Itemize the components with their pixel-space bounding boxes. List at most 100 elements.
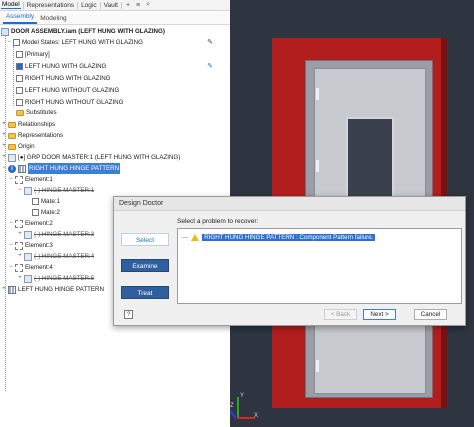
tree-root-assembly[interactable]: DOOR ASSEMBLY.iam (LEFT HUNG WITH GLAZIN… (1, 26, 165, 37)
pattern-icon (18, 164, 26, 173)
tree-state-left-hung-no-glazing[interactable]: LEFT HUNG WITHOUT GLAZING (16, 85, 119, 96)
tree-guide-line (5, 36, 6, 391)
tree-element-1[interactable]: − Element:1 (8, 174, 53, 185)
expand-icon[interactable]: + (17, 229, 23, 240)
tree-hinge-master-1[interactable]: − (-) HINGE MASTER:1 (17, 185, 94, 196)
z-axis-label: Z (230, 403, 234, 409)
divider (99, 1, 101, 9)
dialog-title: Design Doctor (114, 197, 465, 211)
cancel-button[interactable]: Cancel (414, 309, 447, 320)
folder-icon (16, 109, 24, 116)
tree-hinge-master-5[interactable]: + (-) HINGE MASTER:5 (17, 273, 94, 284)
z-axis-icon (230, 410, 237, 419)
divider (22, 1, 24, 9)
browser-sub-tabs: Assembly Modeling (0, 12, 230, 25)
hinge-model (316, 88, 319, 100)
tree-left-hinge-pattern[interactable]: + LEFT HUNG HINGE PATTERN (1, 284, 104, 295)
tree-connector: — (182, 234, 189, 241)
collapse-icon[interactable]: − (8, 262, 14, 273)
add-icon[interactable]: + (124, 2, 132, 9)
expand-icon[interactable]: + (17, 251, 23, 262)
folder-icon (8, 143, 16, 150)
tree-state-primary[interactable]: [Primary] (16, 49, 50, 60)
tree-grp-door-master[interactable]: + [●] GRP DOOR MASTER:1 (LEFT HUNG WITH … (1, 152, 180, 163)
tab-vault[interactable]: Vault (103, 2, 119, 9)
active-state-icon (16, 63, 23, 70)
expand-icon[interactable]: + (1, 152, 7, 163)
step-examine-button[interactable]: Examine (121, 259, 169, 272)
tree-hinge-master-3[interactable]: + (-) HINGE MASTER:3 (17, 229, 94, 240)
tree-element-2[interactable]: − Element:2 (8, 218, 53, 229)
part-icon (8, 153, 16, 162)
constraint-icon (32, 198, 39, 205)
tree-right-hinge-pattern[interactable]: − i RIGHT HUNG HINGE PATTERN (1, 163, 121, 174)
menu-icon[interactable]: ≡ (134, 2, 142, 9)
step-treat-button[interactable]: Treat (121, 286, 169, 299)
collapse-icon[interactable]: − (8, 218, 14, 229)
help-icon[interactable]: ? (124, 310, 133, 319)
collapse-icon[interactable]: − (8, 240, 14, 251)
collapse-icon[interactable]: − (17, 185, 23, 196)
tab-model[interactable]: Model (1, 1, 21, 9)
expand-icon[interactable]: + (1, 119, 7, 130)
tab-representations[interactable]: Representations (26, 2, 75, 9)
tab-logic[interactable]: Logic (80, 2, 98, 9)
element-icon (15, 263, 23, 272)
y-axis-icon (237, 397, 239, 417)
element-icon (15, 241, 23, 250)
design-doctor-dialog: Design Doctor Select Examine Treat Selec… (113, 196, 466, 326)
tree-model-states[interactable]: − Model States: LEFT HUNG WITH GLAZING ✎ (6, 37, 230, 48)
part-icon (24, 274, 32, 283)
next-button[interactable]: Next > (363, 309, 396, 320)
hinge-model (316, 160, 319, 172)
edit-icon[interactable]: ✎ (207, 61, 213, 72)
expand-icon[interactable]: + (17, 273, 23, 284)
tree-element-3[interactable]: − Element:3 (8, 240, 53, 251)
state-icon (16, 99, 23, 106)
collapse-icon[interactable]: − (8, 174, 14, 185)
search-icon[interactable]: ⌕ (144, 1, 152, 9)
problem-list-item[interactable]: — RIGHT HUNG HINGE PATTERN : Component P… (182, 234, 376, 241)
part-icon (24, 230, 32, 239)
pattern-icon (8, 285, 16, 294)
divider (120, 1, 122, 9)
expand-icon[interactable]: + (1, 130, 7, 141)
tree-substitutes[interactable]: Substitutes (16, 107, 57, 118)
assembly-icon (1, 27, 9, 36)
tree-guide-line (13, 46, 14, 106)
tab-assembly[interactable]: Assembly (3, 13, 38, 24)
tree-origin[interactable]: + Origin (1, 141, 34, 152)
y-axis-label: Y (240, 393, 245, 399)
tree-state-left-hung-glazing[interactable]: LEFT HUNG WITH GLAZING ✎ (16, 61, 230, 72)
tree-element-4[interactable]: − Element:4 (8, 262, 53, 273)
browser-tab-bar: Model Representations Logic Vault + ≡ ⌕ (0, 0, 230, 11)
state-icon (16, 75, 23, 82)
step-select-button[interactable]: Select (121, 233, 169, 246)
part-icon (24, 252, 32, 261)
x-axis-icon (237, 417, 255, 419)
state-icon (16, 51, 23, 58)
tree-representations[interactable]: + Representations (1, 130, 63, 141)
back-button[interactable]: < Back (324, 309, 357, 320)
expand-icon[interactable]: + (1, 141, 7, 152)
tree-state-right-hung-glazing[interactable]: RIGHT HUNG WITH GLAZING (16, 73, 110, 84)
tab-modeling[interactable]: Modeling (37, 15, 69, 24)
edit-icon[interactable]: ✎ (207, 37, 213, 48)
collapse-icon[interactable]: − (6, 37, 12, 48)
model-states-icon (13, 39, 20, 46)
tree-mate-1[interactable]: Mate:1 (32, 196, 60, 207)
collapse-icon[interactable]: − (1, 163, 7, 174)
part-icon (24, 186, 32, 195)
folder-icon (8, 121, 16, 128)
tree-mate-2[interactable]: Mate:2 (32, 207, 60, 218)
problem-list[interactable]: — RIGHT HUNG HINGE PATTERN : Component P… (177, 228, 462, 304)
tree-relationships[interactable]: + Relationships (1, 119, 55, 130)
state-icon (16, 87, 23, 94)
view-triad-icon[interactable]: X Y Z (230, 391, 260, 421)
tree-hinge-master-4[interactable]: + (-) HINGE MASTER:4 (17, 251, 94, 262)
expand-icon[interactable]: + (1, 284, 7, 295)
info-icon: i (8, 164, 16, 173)
warning-icon (191, 234, 200, 241)
constraint-icon (32, 209, 39, 216)
element-icon (15, 219, 23, 228)
